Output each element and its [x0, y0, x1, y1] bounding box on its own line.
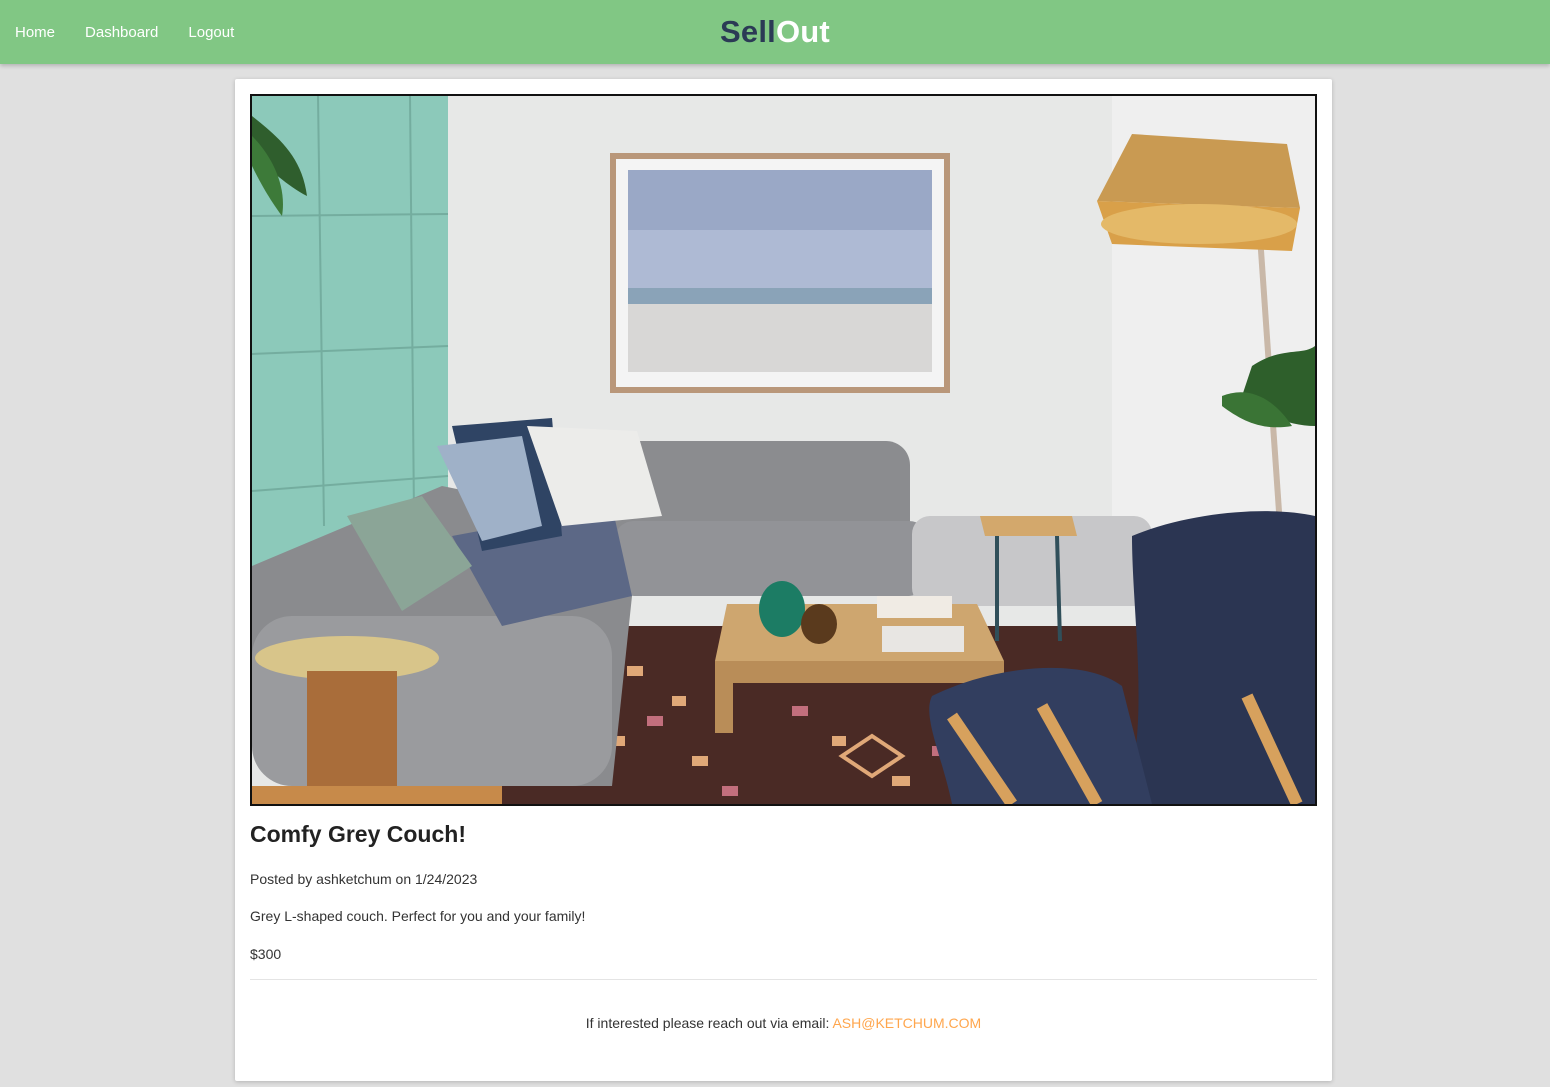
listing-card: Comfy Grey Couch! Posted by ashketchum o…	[235, 79, 1332, 1081]
living-room-photo-image	[252, 96, 1315, 804]
posted-on-label: on	[395, 871, 412, 887]
navbar: Home Dashboard Logout SellOut	[0, 0, 1550, 64]
brand-logo-part-out: Out	[775, 14, 830, 49]
brand-logo-part-sell: Sell	[720, 14, 776, 49]
divider	[250, 979, 1317, 980]
listing-title: Comfy Grey Couch!	[250, 821, 466, 847]
listing-price: $300	[250, 946, 282, 962]
listing-description: Grey L-shaped couch. Perfect for you and…	[250, 908, 586, 924]
posted-by-label: Posted by	[250, 871, 313, 887]
listing-meta: Posted by ashketchum on 1/24/2023	[250, 871, 477, 887]
contact-email-link[interactable]: ASH@KETCHUM.COM	[832, 1015, 981, 1031]
listing-photo	[250, 94, 1317, 806]
contact-text: If interested please reach out via email…	[585, 1015, 830, 1031]
listing-date: 1/24/2023	[415, 871, 478, 887]
contact-line: If interested please reach out via email…	[235, 1015, 1332, 1031]
brand-logo[interactable]: SellOut	[0, 14, 1550, 50]
listing-author: ashketchum	[316, 871, 392, 887]
